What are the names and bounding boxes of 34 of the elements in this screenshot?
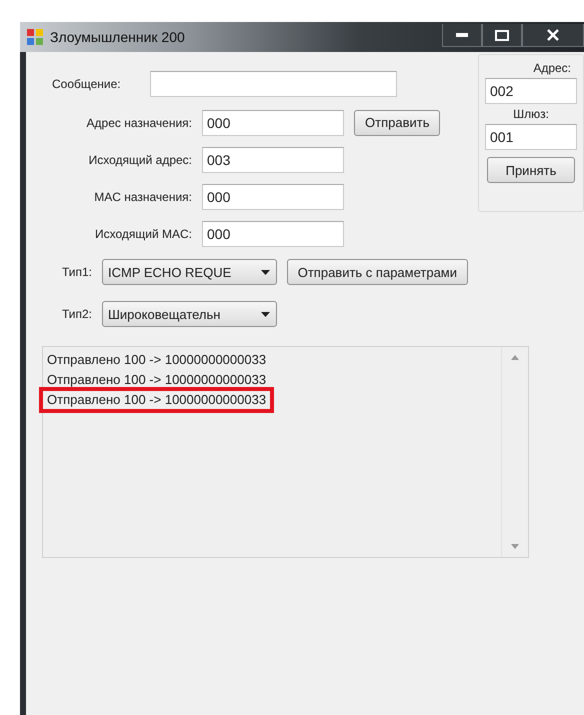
field-label: MAC назначения: xyxy=(93,190,192,204)
minimize-icon xyxy=(456,33,468,37)
maximize-icon xyxy=(495,30,509,40)
minimize-button[interactable] xyxy=(442,24,482,47)
window-title: Злоумышленник 200 xyxy=(50,29,186,45)
address-label: Адрес: xyxy=(533,61,571,75)
send-button[interactable]: Отправить xyxy=(354,110,440,136)
input-field[interactable]: 000 xyxy=(202,220,344,246)
caret-icon xyxy=(261,312,270,316)
field-label: Тип1: xyxy=(60,265,92,279)
message-field[interactable] xyxy=(150,71,397,97)
input-field[interactable]: 000 xyxy=(202,184,344,210)
type-dropdown[interactable]: Широковещательн xyxy=(102,301,277,327)
maximize-button[interactable] xyxy=(482,24,522,47)
type-dropdown[interactable]: ICMP ECHO REQUE xyxy=(102,259,277,285)
input-field[interactable]: 003 xyxy=(202,146,344,172)
close-icon xyxy=(547,29,559,41)
address-field[interactable]: 002 xyxy=(485,78,577,104)
log-entry[interactable]: Отправлено 100 -> 10000000000033 xyxy=(39,387,274,413)
scroll-down-icon[interactable] xyxy=(511,544,519,549)
scroll-up-icon[interactable] xyxy=(511,355,519,360)
field-label: Исходящий адрес: xyxy=(88,152,192,166)
apply-button[interactable]: Принять xyxy=(487,157,575,183)
field-label: Тип2: xyxy=(60,307,92,321)
field-label: Исходящий MAC: xyxy=(94,226,192,240)
input-field[interactable]: 000 xyxy=(202,110,344,136)
send-with-params-button[interactable]: Отправить с параметрами xyxy=(286,259,468,285)
app-icon xyxy=(26,28,44,46)
field-label: Адрес назначения: xyxy=(86,116,192,130)
gateway-label: Шлюз: xyxy=(513,107,549,121)
field-label: Сообщение: xyxy=(52,77,122,91)
gateway-field[interactable]: 001 xyxy=(485,124,577,150)
close-button[interactable] xyxy=(522,24,584,47)
caret-icon xyxy=(260,270,270,274)
